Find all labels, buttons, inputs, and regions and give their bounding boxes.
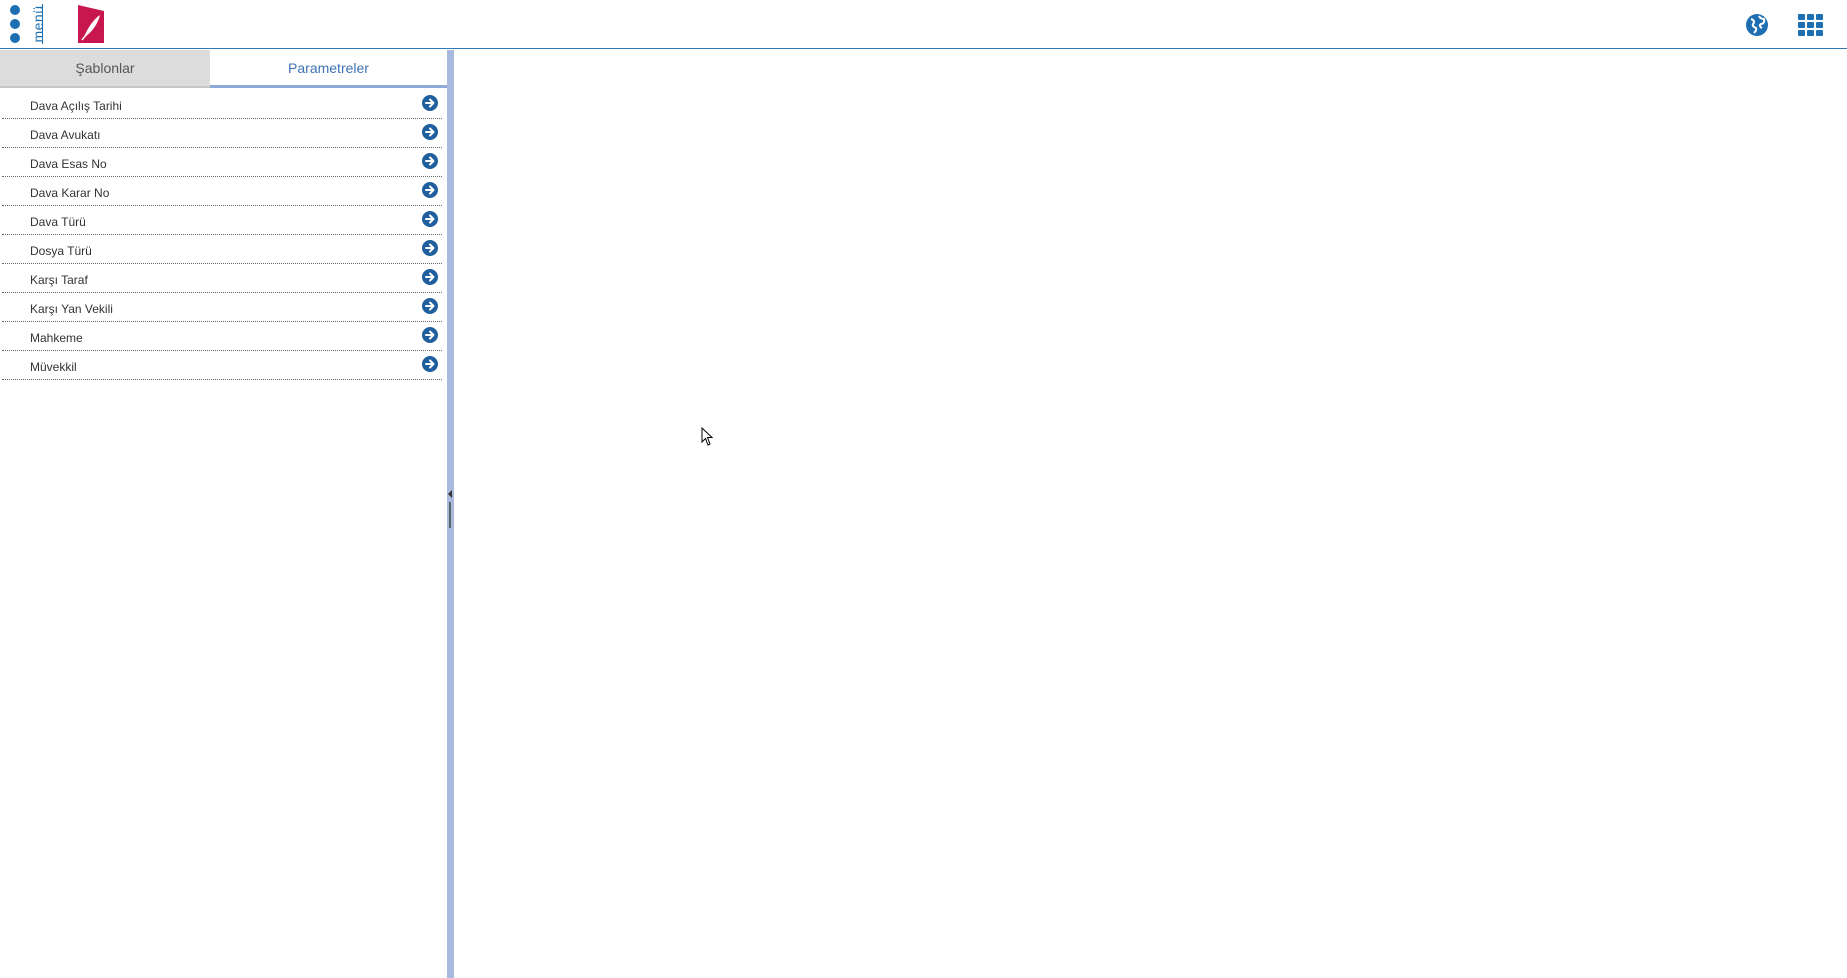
parameter-item[interactable]: Mahkeme: [2, 322, 442, 351]
top-bar: menü: [0, 0, 1847, 49]
menu-divider: [42, 4, 43, 44]
menu-dot-icon: [10, 5, 20, 15]
parameter-label: Dava Karar No: [30, 186, 110, 200]
grid-cell: [1798, 22, 1805, 28]
parameter-label: Dava Türü: [30, 215, 86, 229]
splitter-grip[interactable]: [449, 502, 451, 528]
parameter-label: Dava Esas No: [30, 157, 107, 171]
menu-button[interactable]: menü: [6, 2, 46, 46]
arrow-right-circle-icon[interactable]: [422, 298, 438, 314]
arrow-right-circle-icon[interactable]: [422, 153, 438, 169]
parameter-label: Karşı Yan Vekili: [30, 302, 113, 316]
parameter-label: Müvekkil: [30, 360, 77, 374]
parameter-item[interactable]: Dosya Türü: [2, 235, 442, 264]
mouse-cursor-icon: [701, 426, 715, 447]
tab-sablonlar[interactable]: Şablonlar: [0, 50, 210, 88]
parameter-item[interactable]: Müvekkil: [2, 351, 442, 380]
parameter-label: Dosya Türü: [30, 244, 92, 258]
arrow-right-circle-icon[interactable]: [422, 182, 438, 198]
parameter-list: Dava Açılış Tarihi Dava Avukatı Dava Esas …: [2, 90, 442, 380]
menu-dot-icon: [10, 33, 20, 43]
arrow-right-circle-icon[interactable]: [422, 356, 438, 372]
collapse-arrow-icon[interactable]: [448, 490, 452, 498]
arrow-right-circle-icon[interactable]: [422, 124, 438, 140]
parameter-label: Dava Açılış Tarihi: [30, 99, 122, 113]
arrow-right-circle-icon[interactable]: [422, 240, 438, 256]
tab-bar: Şablonlar Parametreler: [0, 50, 447, 88]
menu-label: menü: [30, 5, 46, 43]
feather-logo-icon[interactable]: [76, 3, 106, 45]
grid-cell: [1807, 22, 1814, 28]
globe-icon[interactable]: [1745, 13, 1769, 37]
parameter-item[interactable]: Dava Avukatı: [2, 119, 442, 148]
arrow-right-circle-icon[interactable]: [422, 95, 438, 111]
main-content: [454, 50, 1847, 978]
arrow-right-circle-icon[interactable]: [422, 269, 438, 285]
grid-cell: [1798, 30, 1805, 36]
parameter-label: Dava Avukatı: [30, 128, 101, 142]
parameter-item[interactable]: Dava Karar No: [2, 177, 442, 206]
arrow-right-circle-icon[interactable]: [422, 327, 438, 343]
parameter-item[interactable]: Dava Esas No: [2, 148, 442, 177]
panel-splitter[interactable]: [447, 50, 454, 978]
menu-dot-icon: [10, 19, 20, 29]
parameter-item[interactable]: Karşı Yan Vekili: [2, 293, 442, 322]
grid-cell: [1816, 22, 1823, 28]
sidebar: Şablonlar Parametreler Dava Açılış Tarih…: [0, 50, 447, 978]
parameter-item[interactable]: Karşı Taraf: [2, 264, 442, 293]
parameter-item[interactable]: Dava Türü: [2, 206, 442, 235]
grid-cell: [1798, 14, 1805, 20]
grid-cell: [1807, 30, 1814, 36]
grid-cell: [1807, 14, 1814, 20]
grid-cell: [1816, 30, 1823, 36]
parameter-label: Mahkeme: [30, 331, 83, 345]
apps-grid-icon[interactable]: [1798, 14, 1824, 36]
tab-parametreler[interactable]: Parametreler: [210, 50, 447, 88]
arrow-right-circle-icon[interactable]: [422, 211, 438, 227]
parameter-item[interactable]: Dava Açılış Tarihi: [2, 90, 442, 119]
parameter-label: Karşı Taraf: [30, 273, 88, 287]
grid-cell: [1816, 14, 1823, 20]
